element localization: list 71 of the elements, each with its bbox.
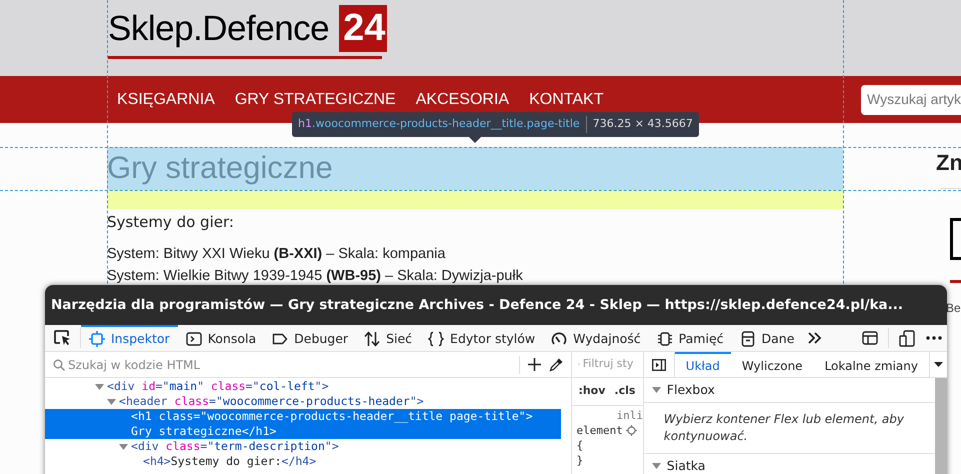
panel-tab[interactable]: Wyliczone	[730, 352, 814, 377]
scrollbar[interactable]	[935, 378, 947, 474]
target-icon[interactable]	[626, 425, 637, 436]
code-line: <div class="term-description">	[131, 439, 339, 454]
sidebar-toggle-icon[interactable]	[652, 358, 666, 370]
element-picker-icon[interactable]	[54, 330, 71, 346]
add-node-icon[interactable]	[528, 358, 542, 371]
section-heading: Systemy do gier:	[107, 212, 234, 233]
gauge-icon	[551, 331, 568, 347]
tooltip-size: 736.25 × 43.5667	[592, 116, 693, 132]
logo-badge: 24	[339, 5, 388, 52]
pseudo-toggle[interactable]: .cls	[614, 383, 636, 400]
devtools-tab[interactable]: Edytor stylów	[420, 325, 544, 351]
nav-link[interactable]: KONTAKT	[529, 90, 604, 110]
tree-node[interactable]: <h4>Systemy do gier:</h4>	[45, 454, 562, 469]
eyedropper-icon[interactable]	[549, 358, 564, 372]
twisty-icon	[652, 386, 661, 394]
code-line: <div id="main" class="col-left">	[107, 379, 329, 394]
devtools-tab[interactable]: Pamięć	[648, 325, 732, 351]
console-icon	[186, 331, 202, 347]
twisty-icon[interactable]	[119, 444, 128, 451]
nav-link[interactable]: KSIĘGARNIA	[117, 90, 215, 110]
arrows-icon	[364, 331, 380, 347]
tree-node[interactable]: <h1 class="woocommerce-products-header__title page-title"> Gry strategiczne</h1>	[45, 409, 562, 439]
window-title: Narzędzia dla programistów — Gry strategiczne Archives - Defence 24 - Sklep — https://sklep.defence24.pl/ka...	[51, 296, 904, 315]
devtools-tab[interactable]: Dane	[732, 325, 802, 351]
empty-message: Wybierz kontener Flex lub element, aby kontynuować.	[664, 411, 905, 445]
tree-node[interactable]: <div class="term-description">	[45, 439, 562, 454]
tree-node[interactable]: <div id="main" class="col-left">	[45, 379, 562, 394]
nav-link[interactable]: GRY STRATEGICZNE	[234, 90, 396, 110]
code-line: <header class="woocommerce-products-header">	[119, 394, 424, 409]
pseudo-toggle[interactable]: :hov	[578, 383, 606, 400]
devtools-tab[interactable]: Wydajność	[543, 325, 649, 351]
tooltip-selector: .woocommerce-products-header__title.page-title	[312, 116, 580, 132]
html-search-field[interactable]: Szukaj w kodzie HTML	[68, 356, 520, 374]
code-line: <h1 class="woocommerce-products-header__title page-title">	[131, 409, 533, 424]
chip-icon	[656, 331, 673, 347]
style-filter-field[interactable]: Filtruj sty	[582, 356, 643, 373]
code-line: Gry strategiczne</h1>	[131, 424, 278, 439]
brace-text: }	[576, 453, 584, 468]
selector-text: element	[576, 423, 623, 438]
tag-shape-icon	[272, 331, 288, 347]
overflow-chevron-icon[interactable]	[808, 332, 822, 344]
tooltip-tag: h1	[298, 116, 312, 133]
layout-icon[interactable]	[862, 331, 878, 345]
brace-text: {	[576, 438, 584, 453]
code-line: <h4>Systemy do gier:</h4>	[143, 454, 316, 469]
section-header[interactable]: Flexbox	[644, 378, 935, 403]
page-title: Gry strategiczne	[107, 149, 333, 187]
inline-style-label: inli	[616, 409, 643, 422]
more-options-icon[interactable]	[926, 336, 942, 340]
devtools-tab[interactable]: Sieć	[356, 325, 420, 351]
panel-tab[interactable]: Lokalne zmiany	[814, 352, 929, 377]
devtools-tab[interactable]: Konsola	[178, 325, 264, 351]
braces-icon	[428, 331, 444, 347]
nav-link[interactable]: AKCESORIA	[416, 90, 510, 110]
responsive-mode-icon[interactable]	[899, 330, 915, 346]
logo-text: Sklep.Defence	[108, 8, 330, 50]
inspector-icon	[89, 331, 105, 347]
tree-node[interactable]: <header class="woocommerce-products-header">	[45, 394, 562, 409]
panel-tab[interactable]: Układ	[674, 352, 731, 377]
devtools-tab[interactable]: Inspektor	[81, 325, 178, 351]
sidebar-text: Be	[946, 300, 961, 317]
search-icon	[53, 358, 65, 370]
twisty-icon	[652, 462, 661, 470]
search-field[interactable]: Wyszukaj artyk	[861, 84, 961, 114]
devtools-tab[interactable]: Debuger	[264, 325, 356, 351]
dropdown-arrow-icon[interactable]	[934, 362, 943, 367]
storage-icon	[740, 331, 756, 347]
description-line: System: Wielkie Bitwy 1939-1945 (WB-95) – Skala: Dywizja-pułk	[107, 267, 523, 286]
description-line: System: Bitwy XXI Wieku (B-XXI) – Skala: kompania	[107, 245, 446, 264]
